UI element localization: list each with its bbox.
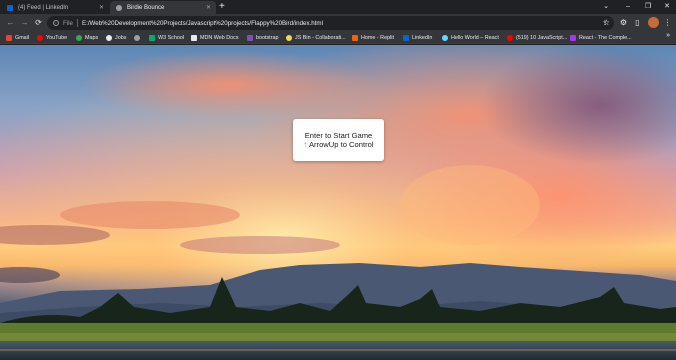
menu-icon[interactable]: ⋮ — [662, 17, 673, 29]
bookmark-react-course[interactable]: React - The Comple... — [570, 33, 632, 43]
url-text: E:/Web%20Development%20Projects/Javascri… — [81, 19, 323, 27]
reload-button[interactable]: ⟳ — [33, 17, 44, 29]
extensions-icon[interactable]: ⚙ — [618, 17, 629, 29]
bookmark-mdn[interactable]: MDN Web Docs — [191, 33, 239, 43]
bookmark-youtube[interactable]: YouTube — [37, 33, 67, 43]
replit-icon — [352, 35, 358, 41]
back-button[interactable]: ← — [5, 17, 16, 29]
bookmark-label: MDN Web Docs — [200, 35, 239, 41]
youtube-icon — [37, 35, 43, 41]
bookmarks-bar: Gmail YouTube Maps Jobs W3 School MDN We… — [0, 32, 676, 44]
bookmark-label: JS Bin - Collaborati... — [295, 35, 346, 41]
bookmark-label: W3 School — [158, 35, 185, 41]
maps-icon — [76, 35, 82, 41]
side-panel-icon[interactable]: ▯ — [632, 17, 643, 29]
bookmark-w3school[interactable]: W3 School — [149, 33, 184, 43]
bookmark-label: bootstrap — [256, 35, 279, 41]
close-tab-icon[interactable]: ✕ — [206, 4, 211, 11]
cloud — [180, 236, 340, 254]
arrow-up-icon: ↑ — [303, 140, 308, 149]
close-tab-icon[interactable]: ✕ — [99, 4, 104, 11]
tab-strip: (4) Feed | LinkedIn ✕ Birdie Bounce ✕ + … — [0, 0, 676, 14]
bookmark-label: YouTube — [46, 35, 68, 41]
linkedin-favicon-icon — [7, 4, 13, 11]
cloud — [80, 50, 380, 120]
scheme-label: File — [63, 19, 73, 27]
new-tab-button[interactable]: + — [219, 1, 225, 13]
globe-icon — [134, 35, 140, 41]
game-viewport[interactable]: Enter to Start Game ↑ ArrowUp to Control — [0, 45, 676, 360]
bookmark-maps[interactable]: Maps — [76, 33, 98, 43]
bookmark-star-icon[interactable]: ☆ — [601, 17, 612, 29]
bookmark-bootstrap[interactable]: bootstrap — [247, 33, 278, 43]
meadow-highlight — [0, 333, 676, 341]
tab-search-icon[interactable]: ⌄ — [595, 0, 617, 14]
tab-title: (4) Feed | LinkedIn — [18, 4, 69, 11]
bookmark-label: Home - Replit — [361, 35, 394, 41]
bootstrap-icon — [247, 35, 253, 41]
bookmark-label: Maps — [85, 35, 99, 41]
cloud — [400, 165, 540, 245]
close-window-button[interactable]: ✕ — [656, 0, 676, 14]
udemy-icon — [570, 35, 576, 41]
bookmark-label: Gmail — [15, 35, 30, 41]
forward-button[interactable]: → — [19, 17, 30, 29]
sunset-landscape-background — [0, 45, 676, 360]
cloud — [60, 201, 240, 229]
start-game-dialog: Enter to Start Game ↑ ArrowUp to Control — [293, 119, 384, 161]
bookmark-label: Jobs — [115, 35, 127, 41]
bookmark-jsbin[interactable]: JS Bin - Collaborati... — [286, 33, 346, 43]
tab-title: Birdie Bounce — [127, 4, 165, 11]
globe-favicon-icon — [116, 4, 122, 11]
control-instruction: ↑ ArrowUp to Control — [303, 140, 373, 149]
profile-avatar[interactable] — [648, 17, 659, 28]
info-icon[interactable]: i — [53, 20, 59, 26]
bookmark-linkedin[interactable]: LinkedIn — [403, 33, 432, 43]
linkedin-icon — [403, 35, 409, 41]
w3school-icon — [149, 35, 155, 41]
address-bar[interactable]: i File E:/Web%20Development%20Projects/J… — [47, 16, 614, 30]
mdn-icon — [191, 35, 197, 41]
minimize-button[interactable]: – — [617, 0, 639, 14]
lake-reflection — [0, 349, 676, 351]
jsbin-icon — [286, 35, 292, 41]
bookmark-label: (519) 10 JavaScript... — [516, 35, 568, 41]
bookmark-gmail[interactable]: Gmail — [6, 33, 29, 43]
youtube-icon — [507, 35, 513, 41]
tab-linkedin[interactable]: (4) Feed | LinkedIn ✕ — [1, 1, 109, 14]
bookmark-label: Hello World – React — [451, 35, 499, 41]
bookmark-unnamed[interactable] — [134, 33, 143, 43]
control-text: ArrowUp to Control — [308, 140, 374, 149]
bookmark-youtube-js[interactable]: (519) 10 JavaScript... — [507, 33, 567, 43]
tab-birdie-bounce[interactable]: Birdie Bounce ✕ — [110, 1, 216, 14]
bookmark-jobs[interactable]: Jobs — [106, 33, 126, 43]
start-instruction: Enter to Start Game — [304, 131, 373, 140]
bookmark-label: React - The Comple... — [579, 35, 632, 41]
bookmark-label: LinkedIn — [412, 35, 433, 41]
more-bookmarks-icon[interactable]: » — [666, 32, 670, 39]
react-icon — [442, 35, 448, 41]
bookmark-react-hello[interactable]: Hello World – React — [442, 33, 499, 43]
jobs-icon — [106, 35, 112, 41]
divider — [76, 19, 78, 27]
browser-toolbar: ← → ⟳ i File E:/Web%20Development%20Proj… — [0, 14, 676, 32]
bookmark-replit[interactable]: Home - Replit — [352, 33, 394, 43]
gmail-icon — [6, 35, 12, 41]
